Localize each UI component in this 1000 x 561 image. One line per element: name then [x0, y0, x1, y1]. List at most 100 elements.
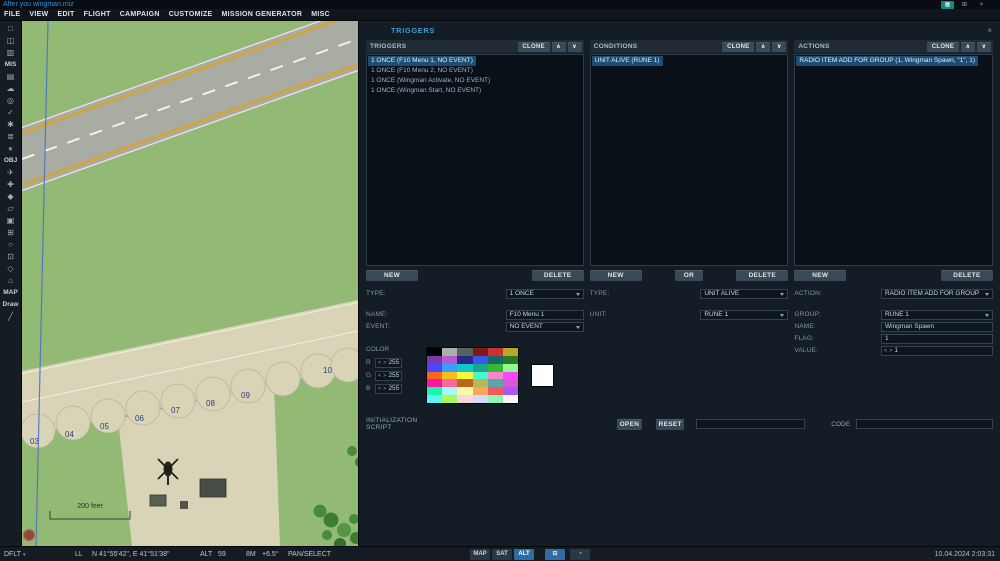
palette-swatch[interactable]: [488, 356, 503, 364]
condition-type-select[interactable]: UNIT ALIVE: [700, 289, 788, 299]
map-marker-icon[interactable]: [24, 530, 35, 541]
menu-mission-generator[interactable]: MISSION GENERATOR: [222, 11, 303, 18]
list-item[interactable]: 1 ONCE (F10 Menu 2, NO EVENT): [367, 66, 583, 76]
list-item[interactable]: 1 ONCE (Wingman Activate, NO EVENT): [367, 76, 583, 86]
delete-condition-button[interactable]: DELETE: [736, 270, 788, 281]
rules-icon[interactable]: ✓: [2, 107, 20, 119]
palette-swatch[interactable]: [503, 395, 518, 403]
palette-swatch[interactable]: [457, 364, 472, 372]
trigger-type-select[interactable]: 1 ONCE: [506, 289, 584, 299]
palette-swatch[interactable]: [457, 379, 472, 387]
palette-swatch[interactable]: [457, 395, 472, 403]
list-item[interactable]: UNIT ALIVE (RUNE 1): [591, 56, 788, 66]
conditions-list[interactable]: UNIT ALIVE (RUNE 1): [590, 54, 789, 266]
sat-mode-button[interactable]: SAT: [492, 549, 512, 560]
airplane-icon[interactable]: ✈: [2, 167, 20, 179]
palette-swatch[interactable]: [503, 348, 518, 356]
increment-icon[interactable]: >: [383, 384, 386, 394]
coords-format-button[interactable]: ⊟: [545, 549, 565, 560]
delete-trigger-button[interactable]: DELETE: [532, 270, 584, 281]
increment-icon[interactable]: >: [383, 358, 386, 368]
palette-swatch[interactable]: [488, 379, 503, 387]
palette-swatch[interactable]: [442, 364, 457, 372]
ship-icon[interactable]: ◆: [2, 191, 20, 203]
menu-edit[interactable]: EDIT: [57, 11, 74, 18]
decrement-icon[interactable]: <: [378, 358, 381, 368]
palette-swatch[interactable]: [442, 348, 457, 356]
action-flag-input[interactable]: [881, 334, 993, 344]
palette-swatch[interactable]: [457, 372, 472, 380]
decrement-icon[interactable]: <: [378, 371, 381, 381]
palette-swatch[interactable]: [503, 379, 518, 387]
palette-swatch[interactable]: [488, 348, 503, 356]
trigger-name-input[interactable]: [506, 310, 584, 320]
trigger-move-up-button[interactable]: ∧: [552, 42, 566, 52]
grid-icon[interactable]: ⊞: [958, 1, 971, 9]
group-icon[interactable]: ⊞: [2, 227, 20, 239]
window-close-icon[interactable]: ×: [975, 1, 988, 9]
palette-swatch[interactable]: [442, 356, 457, 364]
init-script-file-input[interactable]: [696, 419, 805, 429]
vehicle-icon[interactable]: ▱: [2, 203, 20, 215]
action-value-stepper[interactable]: < > 1: [881, 346, 993, 356]
red-stepper[interactable]: < > 255: [375, 358, 402, 368]
palette-swatch[interactable]: [488, 387, 503, 395]
palette-swatch[interactable]: [503, 387, 518, 395]
increment-icon[interactable]: >: [383, 371, 386, 381]
condition-move-up-button[interactable]: ∧: [756, 42, 770, 52]
palette-swatch[interactable]: [457, 387, 472, 395]
palette-swatch[interactable]: [473, 372, 488, 380]
palette-swatch[interactable]: [473, 348, 488, 356]
farp-icon[interactable]: ⌂: [2, 275, 20, 287]
palette-swatch[interactable]: [442, 395, 457, 403]
ruler-icon[interactable]: ╱: [2, 311, 20, 323]
map-layer-select[interactable]: DFLT▾: [4, 547, 26, 561]
palette-swatch[interactable]: [442, 372, 457, 380]
action-group-select[interactable]: RUNE 1: [881, 310, 993, 320]
triggers-list[interactable]: 1 ONCE (F10 Menu 1, NO EVENT) 1 ONCE (F1…: [366, 54, 584, 266]
palette-swatch[interactable]: [427, 348, 442, 356]
condition-move-down-button[interactable]: ∨: [772, 42, 786, 52]
waypoint-icon[interactable]: ◇: [2, 263, 20, 275]
list-item[interactable]: 1 ONCE (F10 Menu 1, NO EVENT): [367, 56, 583, 66]
palette-swatch[interactable]: [427, 387, 442, 395]
menu-file[interactable]: FILE: [4, 11, 20, 18]
alt-mode-button[interactable]: ALT: [514, 549, 534, 560]
blue-stepper[interactable]: < > 255: [375, 384, 402, 394]
palette-swatch[interactable]: [442, 379, 457, 387]
palette-swatch[interactable]: [488, 372, 503, 380]
weather-icon[interactable]: ☁: [2, 83, 20, 95]
palette-swatch[interactable]: [427, 395, 442, 403]
palette-swatch[interactable]: [457, 348, 472, 356]
menu-customize[interactable]: CUSTOMIZE: [169, 11, 213, 18]
palette-swatch[interactable]: [473, 364, 488, 372]
palette-swatch[interactable]: [427, 379, 442, 387]
init-script-open-button[interactable]: OPEN: [617, 419, 643, 430]
decrement-icon[interactable]: <: [884, 346, 887, 356]
action-move-up-button[interactable]: ∧: [961, 42, 975, 52]
map-mode-button[interactable]: MAP: [470, 549, 490, 560]
condition-unit-select[interactable]: RUNE 1: [700, 310, 788, 320]
condition-clone-button[interactable]: CLONE: [722, 42, 754, 52]
zone-icon[interactable]: ○: [2, 239, 20, 251]
trigger-clone-button[interactable]: CLONE: [518, 42, 550, 52]
panel-close-icon[interactable]: ×: [987, 26, 992, 35]
list-item[interactable]: 1 ONCE (Wingman Start, NO EVENT): [367, 86, 583, 96]
new-trigger-button[interactable]: NEW: [366, 270, 418, 281]
status-icon[interactable]: ●: [2, 143, 20, 155]
actions-list[interactable]: RADIO ITEM ADD FOR GROUP (1, Wingman Spa…: [794, 54, 993, 266]
action-type-select[interactable]: RADIO ITEM ADD FOR GROUP: [881, 289, 993, 299]
init-script-code-input[interactable]: [856, 419, 993, 429]
init-script-reset-button[interactable]: RESET: [656, 419, 684, 430]
time-button[interactable]: ◔: [570, 549, 590, 560]
or-condition-button[interactable]: OR: [675, 270, 703, 281]
increment-icon[interactable]: >: [889, 346, 892, 356]
palette-swatch[interactable]: [473, 379, 488, 387]
menu-misc[interactable]: MISC: [311, 11, 330, 18]
trigger-event-select[interactable]: NO EVENT: [506, 322, 584, 332]
open-mission-icon[interactable]: ◫: [2, 35, 20, 47]
action-move-down-button[interactable]: ∨: [977, 42, 991, 52]
palette-swatch[interactable]: [457, 356, 472, 364]
helicopter-icon[interactable]: ✚: [2, 179, 20, 191]
palette-swatch[interactable]: [473, 356, 488, 364]
